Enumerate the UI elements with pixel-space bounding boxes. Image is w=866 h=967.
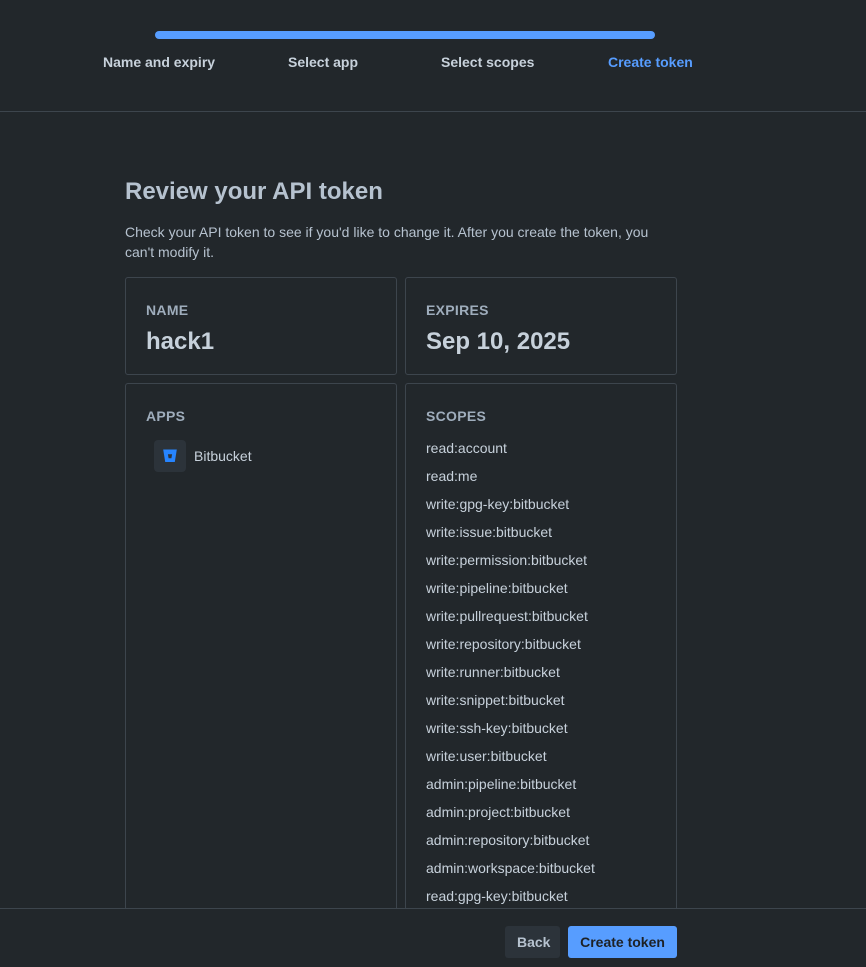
scope-item: write:gpg-key:bitbucket [426,496,570,512]
back-button[interactable]: Back [505,926,560,958]
scope-item: write:runner:bitbucket [426,664,560,680]
scope-item: admin:workspace:bitbucket [426,860,595,876]
progress-header: Name and expiry Select app Select scopes… [0,0,866,112]
step-select-app: Select app [288,54,359,70]
step-create-token: Create token [608,54,693,70]
expires-card: EXPIRES Sep 10, 2025 [405,277,677,375]
scopes-card: SCOPES read:account read:me write:gpg-ke… [405,383,677,943]
expiry-date-value: Sep 10, 2025 [426,328,571,355]
step-select-scopes: Select scopes [441,54,535,70]
bitbucket-logo-icon [154,440,186,472]
scope-item: write:pipeline:bitbucket [426,580,568,596]
scope-item: read:account [426,440,507,456]
scope-item: read:me [426,468,478,484]
scope-item: admin:pipeline:bitbucket [426,776,577,792]
create-token-button[interactable]: Create token [568,926,677,958]
apps-card: APPS Bitbucket [125,383,397,943]
app-name: Bitbucket [194,448,252,464]
app-item-bitbucket: Bitbucket [154,440,252,472]
scope-item: write:ssh-key:bitbucket [426,720,568,736]
name-label: NAME [146,302,189,318]
scope-item: admin:project:bitbucket [426,804,570,820]
page-title: Review your API token [125,178,383,205]
scope-item: admin:repository:bitbucket [426,832,590,848]
expires-label: EXPIRES [426,302,489,318]
scope-item: read:gpg-key:bitbucket [426,888,568,904]
step-name-and-expiry: Name and expiry [103,54,216,70]
scope-item: write:user:bitbucket [426,748,547,764]
scopes-label: SCOPES [426,408,487,424]
scope-list: read:account read:me write:gpg-key:bitbu… [426,434,595,910]
token-name-value: hack1 [146,328,215,355]
scope-item: write:issue:bitbucket [426,524,553,540]
name-card: NAME hack1 [125,277,397,375]
scope-item: write:pullrequest:bitbucket [426,608,588,624]
scope-item: write:snippet:bitbucket [426,692,565,708]
page-description: Check your API token to see if you'd lik… [125,224,649,260]
scope-item: write:repository:bitbucket [426,636,581,652]
progress-bar [155,31,655,39]
scope-item: write:permission:bitbucket [426,552,588,568]
footer-actions: Back Create token [0,908,866,967]
apps-label: APPS [146,408,186,424]
